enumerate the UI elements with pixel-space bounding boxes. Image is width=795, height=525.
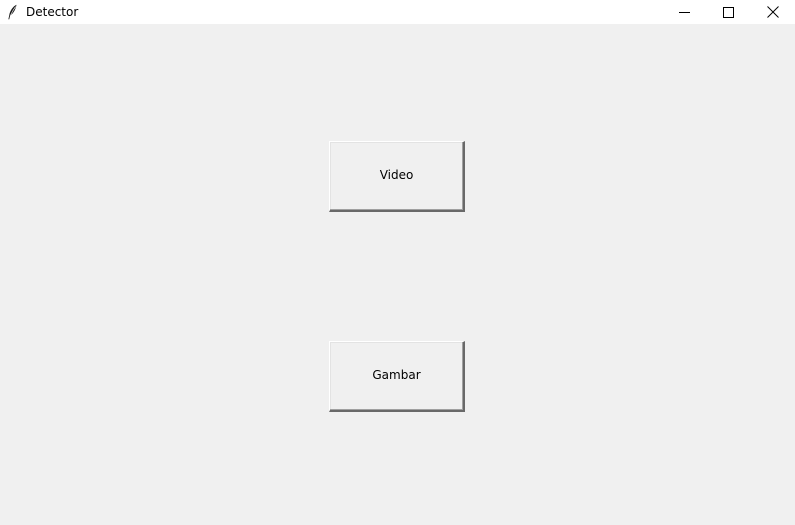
- close-button[interactable]: [750, 0, 795, 24]
- main-window-area: Video Gambar: [0, 24, 795, 525]
- feather-icon: [7, 4, 18, 20]
- title-bar[interactable]: Detector: [0, 0, 795, 24]
- close-icon: [767, 6, 779, 18]
- maximize-button[interactable]: [705, 0, 751, 24]
- minimize-icon: [678, 7, 690, 18]
- maximize-icon: [722, 6, 734, 18]
- window-title: Detector: [26, 5, 79, 19]
- gambar-button[interactable]: Gambar: [329, 341, 465, 412]
- video-button[interactable]: Video: [329, 141, 465, 212]
- minimize-button[interactable]: [661, 0, 707, 24]
